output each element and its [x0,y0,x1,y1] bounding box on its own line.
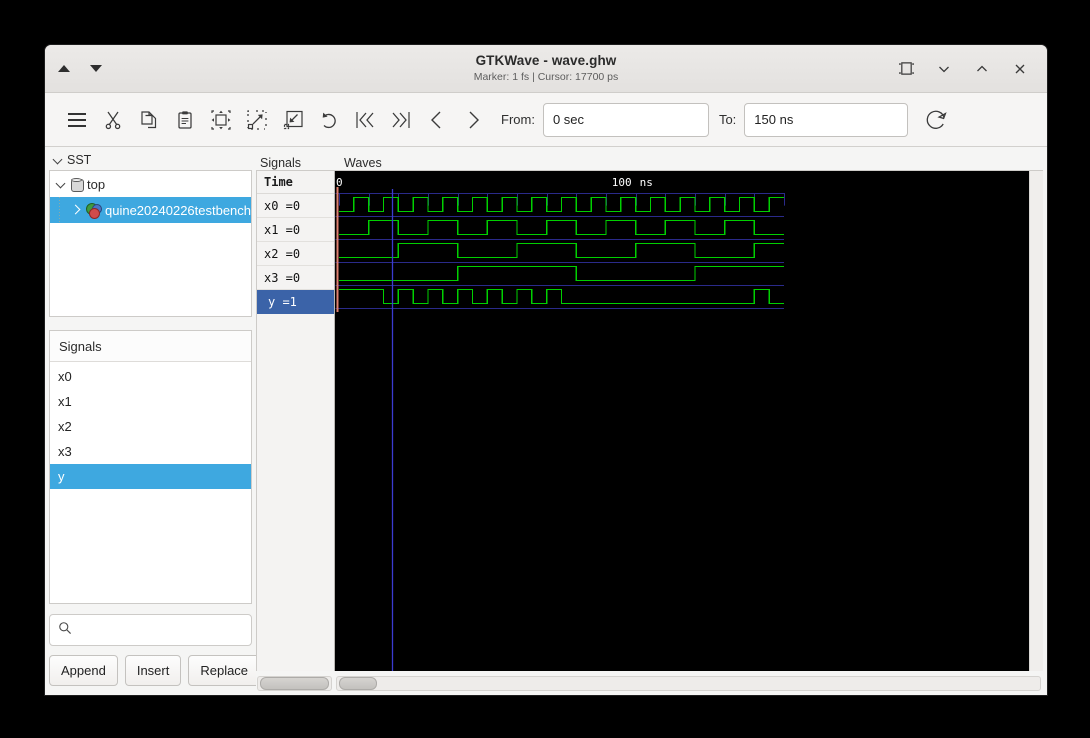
cut-icon[interactable] [95,102,131,138]
to-input[interactable]: 150 ns [744,102,909,137]
list-item-label: x0 [58,369,72,384]
prev-edge-icon[interactable] [419,102,455,138]
zoom-fit-icon[interactable] [203,102,239,138]
to-label: To: [718,112,737,127]
signal-list-header: Signals [50,331,251,362]
list-item-label: y [58,469,65,484]
to-value: 150 ns [754,112,794,127]
wave-area: Time x0 =0 x1 =0 x2 =0 x3 =0 y =1 0 100 ns [256,170,1043,671]
wave-name-label: y =1 [268,294,297,309]
window-body: SST top quine20240226testbench Signals x… [45,147,1047,695]
chevron-right-icon[interactable] [72,205,82,215]
wave-scroll-row [256,671,1043,695]
wave-name-label: x0 =0 [264,198,301,213]
sidebar-pane: SST top quine20240226testbench Signals x… [45,147,261,695]
titlebar-window-buttons [895,58,1047,80]
search-box[interactable] [49,614,252,646]
chevron-down-icon[interactable] [56,179,66,189]
undo-icon[interactable] [311,102,347,138]
zoom-out-icon[interactable] [275,102,311,138]
next-arrow-icon[interactable] [90,65,102,72]
tree-item-testbench[interactable]: quine20240226testbench [50,197,251,223]
chevron-down-icon [53,155,63,165]
search-input[interactable] [79,621,243,639]
action-buttons: Append Insert Replace [49,655,261,686]
go-start-icon[interactable] [347,102,383,138]
fit-window-icon[interactable] [895,58,917,80]
menu-icon[interactable] [59,102,95,138]
replace-button[interactable]: Replace [188,655,261,686]
waves-horizontal-scrollbar[interactable] [336,675,1041,691]
paste-icon[interactable] [167,102,203,138]
cylinder-icon [70,177,84,192]
waveform-canvas[interactable]: 0 100 ns [335,171,1029,671]
from-label: From: [501,112,535,127]
search-icon [58,621,72,640]
sst-expander[interactable]: SST [49,151,252,168]
close-icon[interactable] [1009,58,1031,80]
from-input[interactable]: 0 sec [542,102,709,137]
module-icon [86,202,102,219]
signal-list-box: Signals x0 x1 x2 x3 y [49,330,252,604]
main-toolbar: From: 0 sec To: 150 ns [45,93,1047,147]
zoom-in-icon[interactable] [239,102,275,138]
wave-name-row[interactable]: x1 =0 [257,218,334,242]
signal-names-column[interactable]: Time x0 =0 x1 =0 x2 =0 x3 =0 y =1 [256,171,335,671]
desktop-background: GTKWave - wave.ghw Marker: 1 fs | Cursor… [0,0,1090,738]
tree-item-label: top [87,176,106,192]
wave-name-label: x2 =0 [264,246,301,261]
svg-text:100: 100 [612,176,632,189]
tree-item-top[interactable]: top [50,171,251,197]
tree-item-label: quine20240226testbench [105,202,251,218]
list-item[interactable]: x1 [50,389,251,414]
list-item-label: x1 [58,394,72,409]
maximize-icon[interactable] [971,58,993,80]
wave-name-row[interactable]: x0 =0 [257,194,334,218]
svg-text:ns: ns [640,176,653,189]
wave-name-row[interactable]: x2 =0 [257,242,334,266]
waves-column-header: Waves [344,156,382,170]
wave-name-row[interactable]: y =1 [257,290,334,314]
time-row-label: Time [257,171,334,194]
copy-icon[interactable] [131,102,167,138]
wave-name-row[interactable]: x3 =0 [257,266,334,290]
signals-column-header: Signals [260,156,301,170]
window-titlebar[interactable]: GTKWave - wave.ghw Marker: 1 fs | Cursor… [45,45,1047,93]
wave-vertical-scrollbar[interactable] [1029,171,1043,671]
titlebar-left-controls [45,65,102,72]
sst-label: SST [67,152,92,167]
minimize-icon[interactable] [933,58,955,80]
window-title: GTKWave - wave.ghw [475,53,617,68]
tree-guide-line [59,197,60,223]
wave-name-label: x3 =0 [264,270,301,285]
gtkwave-window: GTKWave - wave.ghw Marker: 1 fs | Cursor… [44,44,1048,696]
list-item-label: x3 [58,444,72,459]
wave-name-label: x1 =0 [264,222,301,237]
append-button[interactable]: Append [49,655,118,686]
wave-pane: Signals Waves Time x0 =0 x1 =0 x2 =0 x3 … [256,147,1047,695]
waveform-svg: 0 100 ns [335,176,785,671]
sst-tree[interactable]: top quine20240226testbench [49,170,252,317]
list-item-label: x2 [58,419,72,434]
names-horizontal-scrollbar[interactable] [257,675,332,691]
from-value: 0 sec [552,112,585,127]
prev-arrow-icon[interactable] [58,65,70,72]
wave-pane-headers: Signals Waves [256,151,1043,170]
next-edge-icon[interactable] [455,102,491,138]
signal-list[interactable]: x0 x1 x2 x3 y [50,362,251,603]
list-item[interactable]: x3 [50,439,251,464]
window-subtitle: Marker: 1 fs | Cursor: 17700 ps [473,71,619,83]
list-item[interactable]: y [50,464,251,489]
list-item[interactable]: x0 [50,364,251,389]
go-end-icon[interactable] [383,102,419,138]
insert-button[interactable]: Insert [124,655,182,686]
list-item[interactable]: x2 [50,414,251,439]
reload-icon[interactable] [918,102,954,138]
